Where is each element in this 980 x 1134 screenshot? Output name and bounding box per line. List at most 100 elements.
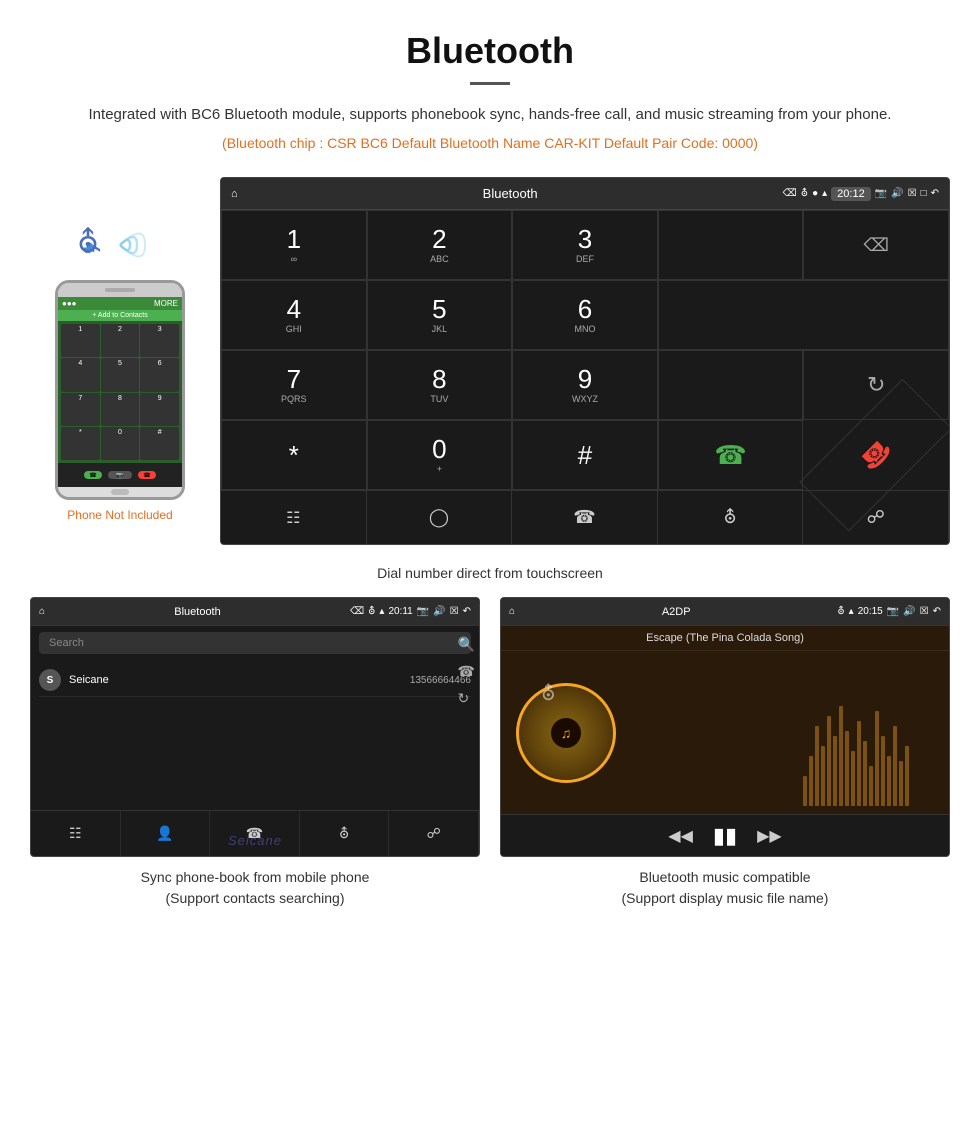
vis-bar-10 <box>857 721 861 806</box>
pb-signal: ▴ <box>379 606 384 617</box>
back-icon[interactable]: ↶ <box>931 188 939 199</box>
phone-end-btn: ☎ <box>138 471 156 479</box>
vis-bar-5 <box>827 716 831 806</box>
music-vol[interactable]: 🔊 <box>903 606 915 617</box>
key-4-number: 4 <box>287 296 301 322</box>
key-5[interactable]: 5 JKL <box>367 280 513 350</box>
key-8[interactable]: 8 TUV <box>367 350 513 420</box>
album-bt-icon: ⛢ <box>541 681 556 706</box>
play-pause-icon[interactable]: ▮▮ <box>713 823 737 849</box>
vis-bar-16 <box>893 726 897 806</box>
music-song-title-bar: Escape (The Pina Colada Song) <box>501 626 949 651</box>
phonebook-screen: ⌂ Bluetooth ⌫ ⛢ ▴ 20:11 📷 🔊 ☒ ↶ Search <box>30 597 480 857</box>
phone-key-8: 8 <box>101 393 140 426</box>
close-icon[interactable]: ☒ <box>908 188 917 199</box>
music-back[interactable]: ↶ <box>933 606 941 617</box>
nav-dialpad[interactable]: ☷ <box>221 491 367 544</box>
phone-mockup: ●●● MORE + Add to Contacts 1 2 3 4 5 6 7… <box>55 280 185 500</box>
key-0-number: 0 <box>432 436 446 462</box>
key-hash-number: # <box>578 442 592 468</box>
phone-key-1: 1 <box>61 324 100 357</box>
pb-volume[interactable]: 🔊 <box>433 606 445 617</box>
phone-screen: ●●● MORE + Add to Contacts 1 2 3 4 5 6 7… <box>58 297 182 487</box>
key-9[interactable]: 9 WXYZ <box>512 350 658 420</box>
phone-home-btn <box>111 489 129 495</box>
key-0-letters: + <box>437 464 442 474</box>
key-5-number: 5 <box>432 296 446 322</box>
search-right-icon[interactable]: 🔍 <box>458 636 475 653</box>
phone-bottom: ☎ 📷 ☎ <box>58 463 182 487</box>
key-5-letters: JKL <box>432 324 448 334</box>
statusbar-title: Bluetooth <box>244 186 777 201</box>
key-3-number: 3 <box>578 226 592 252</box>
key-8-number: 8 <box>432 366 446 392</box>
dialpad-statusbar: ⌂ Bluetooth ⌫ ⛢ ● ▴ 20:12 📷 🔊 ☒ □ ↶ <box>221 178 949 210</box>
pb-nav-bt[interactable]: ⛢ <box>300 811 390 856</box>
key-6[interactable]: 6 MNO <box>512 280 658 350</box>
music-statusbar: ⌂ A2DP ⛢ ▴ 20:15 📷 🔊 ☒ ↶ <box>501 598 949 626</box>
empty-3-1 <box>658 350 804 420</box>
music-close[interactable]: ☒ <box>920 606 929 617</box>
phone-key-5: 5 <box>101 358 140 391</box>
window-icon[interactable]: □ <box>921 188 927 199</box>
phone-key-7: 7 <box>61 393 100 426</box>
key-hash[interactable]: # <box>512 420 658 490</box>
music-home-icon[interactable]: ⌂ <box>509 606 515 617</box>
key-call[interactable]: ☎ <box>658 420 804 490</box>
phone-key-star: * <box>61 427 100 460</box>
music-body: ♫ ⛢ <box>501 651 949 814</box>
next-icon[interactable]: ▶▶ <box>757 826 782 846</box>
pb-nav-dialpad[interactable]: ☷ <box>31 811 121 856</box>
key-4[interactable]: 4 GHI <box>221 280 367 350</box>
pb-nav-link[interactable]: ☍ <box>389 811 479 856</box>
music-caption: Bluetooth music compatible (Support disp… <box>500 867 950 909</box>
pb-nav-contacts[interactable]: 👤 <box>121 811 211 856</box>
prev-icon[interactable]: ◀◀ <box>668 826 693 846</box>
pb-home-icon[interactable]: ⌂ <box>39 606 45 617</box>
key-3[interactable]: 3 DEF <box>512 210 658 280</box>
vis-bar-8 <box>845 731 849 806</box>
statusbar-left: ⌂ <box>231 188 238 200</box>
key-1[interactable]: 1 ∞ <box>221 210 367 280</box>
phone-screen-header: ●●● MORE <box>58 297 182 310</box>
key-6-number: 6 <box>578 296 592 322</box>
main-section: ⌁ ◕ ⛢ ●●● MORE + Add to Contacts <box>0 167 980 555</box>
phone-key-6: 6 <box>140 358 179 391</box>
key-7[interactable]: 7 PQRS <box>221 350 367 420</box>
camera-icon[interactable]: 📷 <box>875 188 887 199</box>
nav-contacts[interactable]: ◯ <box>367 491 513 544</box>
vis-bar-6 <box>833 736 837 806</box>
pb-camera[interactable]: 📷 <box>417 606 429 617</box>
nav-bluetooth[interactable]: ⛢ <box>658 491 804 544</box>
contact-item[interactable]: S Seicane 13566664466 <box>39 664 471 697</box>
display-area <box>658 210 804 280</box>
phonebook-screenshot-container: ⌂ Bluetooth ⌫ ⛢ ▴ 20:11 📷 🔊 ☒ ↶ Search <box>30 597 480 909</box>
key-2[interactable]: 2 ABC <box>367 210 513 280</box>
key-star[interactable]: * <box>221 420 367 490</box>
phone-dialpad: 1 2 3 4 5 6 7 8 9 * 0 # <box>58 321 182 463</box>
home-icon[interactable]: ⌂ <box>231 188 238 200</box>
pb-back[interactable]: ↶ <box>463 606 471 617</box>
call-right-icon[interactable]: ☎ <box>458 663 475 680</box>
pb-title: Bluetooth <box>49 606 346 618</box>
key-9-letters: WXYZ <box>572 394 598 404</box>
pb-close[interactable]: ☒ <box>450 606 459 617</box>
location-icon: ● <box>812 188 818 199</box>
volume-icon[interactable]: 🔊 <box>891 188 903 199</box>
key-1-number: 1 <box>287 226 301 252</box>
phone-key-2: 2 <box>101 324 140 357</box>
music-cam[interactable]: 📷 <box>887 606 899 617</box>
key-0[interactable]: 0 + <box>367 420 513 490</box>
title-divider <box>470 82 510 85</box>
key-6-letters: MNO <box>574 324 595 334</box>
key-backspace[interactable]: ⌫ <box>803 210 949 280</box>
phone-call-btn: ☎ <box>84 471 102 479</box>
refresh-right-icon[interactable]: ↻ <box>458 690 475 707</box>
nav-phone[interactable]: ☎ <box>512 491 658 544</box>
phone-key-3: 3 <box>140 324 179 357</box>
seicane-watermark: Seicane <box>228 833 282 848</box>
vis-bar-18 <box>905 746 909 806</box>
search-bar[interactable]: Search <box>39 632 471 654</box>
vis-bar-17 <box>899 761 903 806</box>
vis-bar-13 <box>875 711 879 806</box>
